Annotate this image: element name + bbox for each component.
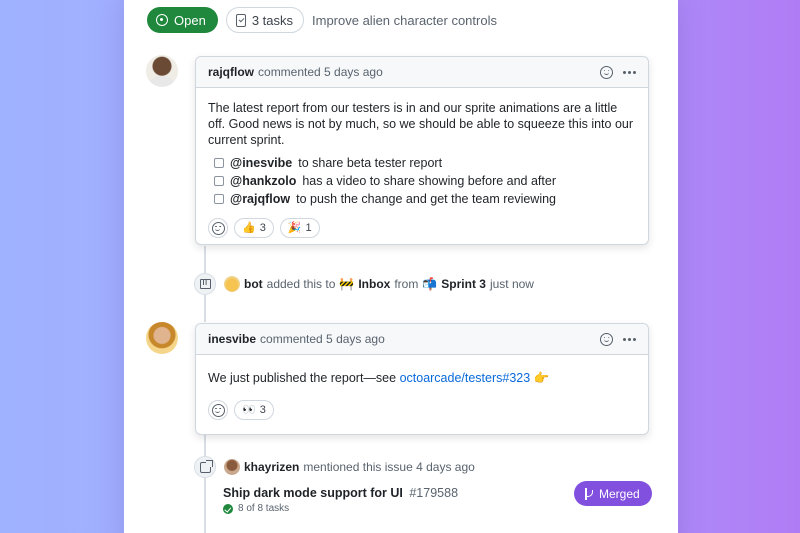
- more-options-icon[interactable]: [623, 337, 636, 341]
- event-action: mentioned this issue 4 days ago: [303, 460, 475, 474]
- issue-title: Improve alien character controls: [312, 12, 497, 28]
- pr-tasks-label: 8 of 8 tasks: [238, 503, 290, 514]
- event-source[interactable]: Sprint 3: [441, 277, 486, 291]
- reaction-count: 3: [259, 222, 266, 234]
- comment-header: inesvibe commented 5 days ago: [196, 324, 648, 355]
- task-text: to share beta tester report: [298, 156, 443, 170]
- reaction-count: 1: [305, 222, 312, 234]
- task-list: @inesvibe to share beta tester report @h…: [208, 154, 636, 208]
- comment-text: The latest report from our testers is in…: [208, 101, 634, 147]
- timeline-line: [204, 435, 206, 533]
- event-actor[interactable]: khayrizen: [244, 460, 299, 474]
- pointing-right-icon: 👉: [533, 371, 550, 385]
- user-mention[interactable]: @inesvibe: [230, 155, 292, 171]
- add-reaction-icon[interactable]: [600, 65, 613, 79]
- merge-icon: [584, 487, 594, 500]
- reaction-tada[interactable]: 🎉 1: [279, 218, 320, 238]
- task-checkbox[interactable]: [214, 158, 224, 168]
- comment-text: We just published the report—see octoarc…: [208, 370, 636, 386]
- issue-link[interactable]: octoarcade/testers#323: [400, 371, 531, 385]
- add-reaction-button[interactable]: [208, 400, 228, 420]
- event-actor[interactable]: bot: [244, 277, 263, 291]
- status-badge: Open: [147, 7, 218, 33]
- event-from: from: [394, 277, 419, 291]
- khayrizen-avatar[interactable]: [224, 459, 240, 475]
- task-text: to push the change and get the team revi…: [296, 192, 557, 206]
- pr-number[interactable]: #179588: [409, 486, 458, 500]
- comment-card: inesvibe commented 5 days ago We just pu…: [195, 323, 649, 435]
- bot-avatar[interactable]: [224, 276, 240, 292]
- referenced-pr[interactable]: Ship dark mode support for UI #179588: [223, 486, 458, 500]
- thumbs-up-icon: 👍: [242, 222, 256, 234]
- comment-timestamp[interactable]: commented 5 days ago: [258, 65, 383, 79]
- eyes-icon: 👀: [242, 404, 256, 416]
- reaction-eyes[interactable]: 👀 3: [234, 400, 274, 420]
- comment-timestamp[interactable]: commented 5 days ago: [260, 332, 385, 346]
- reaction-thumbs-up[interactable]: 👍 3: [234, 218, 274, 238]
- comment-author[interactable]: inesvibe: [208, 332, 256, 346]
- pr-title[interactable]: Ship dark mode support for UI: [223, 486, 403, 500]
- event-target[interactable]: Inbox: [358, 277, 390, 291]
- comment-actions: [600, 65, 636, 79]
- comment-actions: [600, 332, 636, 346]
- task-checkbox[interactable]: [214, 176, 224, 186]
- avatar[interactable]: [146, 322, 178, 354]
- avatar[interactable]: [146, 55, 178, 87]
- reaction-count: 3: [259, 404, 266, 416]
- timeline-event-project: bot added this to 🚧 Inbox from 📬 Sprint …: [194, 273, 538, 295]
- mailbox-icon: 📬: [422, 277, 438, 291]
- task-text: has a video to share showing before and …: [302, 174, 556, 188]
- construction-icon: 🚧: [339, 277, 355, 291]
- check-circle-icon: [223, 503, 233, 514]
- merged-label: Merged: [599, 486, 640, 501]
- more-options-icon[interactable]: [623, 70, 636, 74]
- cross-reference-icon: [194, 456, 216, 478]
- add-reaction-button[interactable]: [208, 218, 228, 238]
- event-action: added this to: [266, 277, 336, 291]
- pr-tasks: 8 of 8 tasks: [223, 503, 289, 514]
- add-reaction-icon[interactable]: [600, 332, 613, 346]
- tada-icon: 🎉: [287, 222, 302, 234]
- smiley-icon: [211, 221, 225, 235]
- comment-header: rajqflow commented 5 days ago: [196, 57, 648, 88]
- tasklist-icon: [235, 13, 246, 27]
- reactions-bar: 👍 3 🎉 1: [208, 218, 636, 238]
- task-item: @inesvibe to share beta tester report: [214, 154, 636, 172]
- issue-open-icon: [156, 14, 168, 26]
- comment-body: We just published the report—see octoarc…: [196, 355, 648, 432]
- task-checkbox[interactable]: [214, 194, 224, 204]
- comment-body: The latest report from our testers is in…: [196, 88, 648, 250]
- event-time[interactable]: just now: [490, 277, 534, 291]
- reactions-bar: 👀 3: [208, 400, 636, 420]
- comment-author[interactable]: rajqflow: [208, 65, 254, 79]
- tasks-badge[interactable]: 3 tasks: [225, 7, 304, 33]
- task-item: @hankzolo has a video to share showing b…: [214, 172, 636, 190]
- user-mention[interactable]: @hankzolo: [230, 173, 296, 189]
- issue-header: Open 3 tasks Improve alien character con…: [147, 7, 497, 33]
- tasks-label: 3 tasks: [251, 12, 293, 28]
- comment-card: rajqflow commented 5 days ago The latest…: [195, 56, 649, 245]
- smiley-icon: [211, 403, 225, 417]
- user-mention[interactable]: @rajqflow: [230, 191, 290, 207]
- task-item: @rajqflow to push the change and get the…: [214, 190, 636, 208]
- comment-text-prefix: We just published the report—see: [208, 371, 397, 385]
- project-board-icon: [194, 273, 216, 295]
- merged-badge: Merged: [574, 481, 652, 506]
- status-label: Open: [174, 12, 206, 28]
- timeline-event-mention: khayrizen mentioned this issue 4 days ag…: [194, 456, 479, 478]
